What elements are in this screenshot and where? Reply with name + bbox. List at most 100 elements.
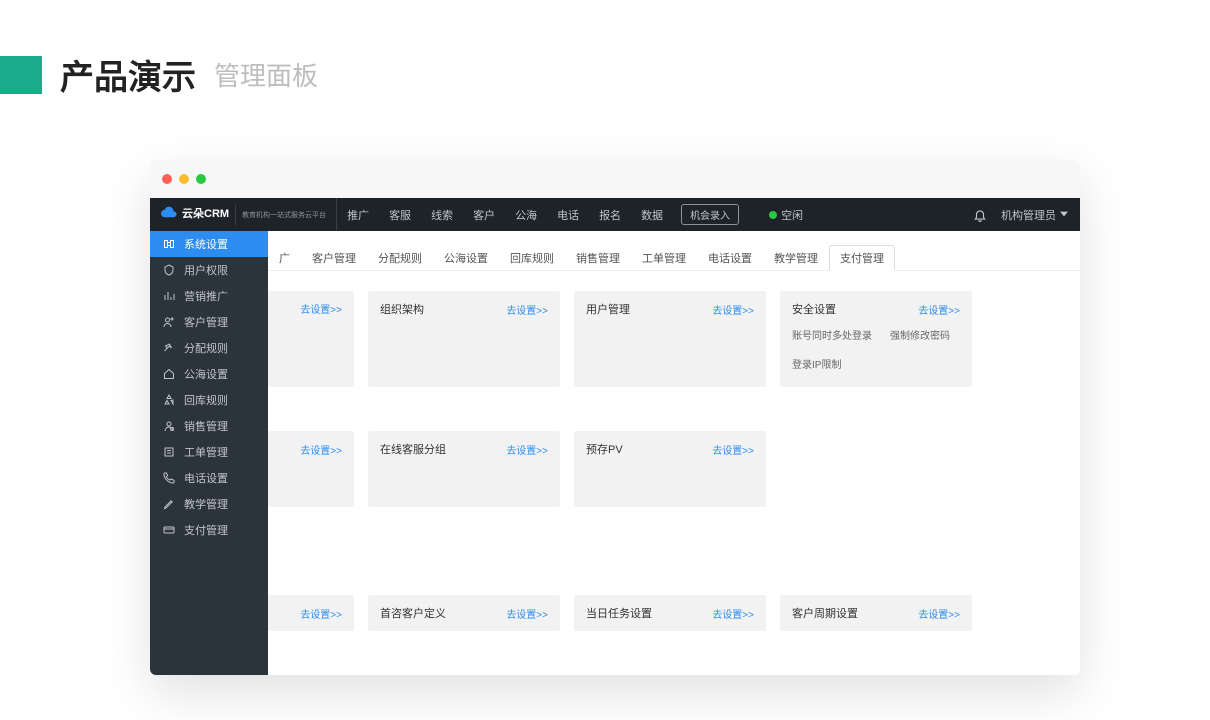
flow-icon — [162, 341, 176, 355]
topbar: 云朵CRM 教育机构一站式服务云平台 推广 客服 线索 客户 公海 电话 报名 … — [150, 198, 1080, 231]
page-header: 产品演示 管理面板 — [0, 0, 1210, 129]
topnav-item[interactable]: 客服 — [379, 198, 421, 231]
tab-item[interactable]: 分配规则 — [367, 245, 433, 271]
go-settings-link[interactable]: 去设置>> — [712, 302, 754, 317]
tab-item[interactable]: 工单管理 — [631, 245, 697, 271]
sidebar-item-payment-management[interactable]: 支付管理 — [150, 517, 268, 543]
recycle-icon — [162, 393, 176, 407]
tab-item[interactable]: 回库规则 — [499, 245, 565, 271]
maximize-icon[interactable] — [196, 174, 206, 184]
card-sub-item[interactable]: 账号同时多处登录 — [792, 327, 872, 342]
sidebar-item-label: 电话设置 — [184, 470, 228, 486]
tab-item[interactable]: 客户管理 — [301, 245, 367, 271]
sidebar-item-customer-management[interactable]: 客户管理 — [150, 309, 268, 335]
topnav-item[interactable]: 公海 — [505, 198, 547, 231]
topnav-item[interactable]: 电话 — [547, 198, 589, 231]
sidebar-item-label: 客户管理 — [184, 314, 228, 330]
logo-brand: 云朵CRM — [182, 208, 229, 220]
setting-card-online-cs-group: 在线客服分组 去设置>> — [368, 431, 560, 507]
app-window: 云朵CRM 教育机构一站式服务云平台 推广 客服 线索 客户 公海 电话 报名 … — [150, 160, 1080, 675]
sidebar-item-label: 分配规则 — [184, 340, 228, 356]
topnav-item[interactable]: 数据 — [631, 198, 673, 231]
people-icon — [162, 315, 176, 329]
page-title: 产品演示 — [60, 50, 196, 99]
ticket-icon — [162, 445, 176, 459]
card-sub-item[interactable]: 强制修改密码 — [890, 327, 950, 342]
topnav-item[interactable]: 线索 — [421, 198, 463, 231]
setting-card: 置 去设置>> — [268, 431, 354, 507]
setting-card-daily-task: 当日任务设置 去设置>> — [574, 595, 766, 631]
status-text: 空闲 — [781, 207, 803, 223]
setting-card: 则 去设置>> — [268, 595, 354, 631]
user-label-text: 机构管理员 — [1001, 207, 1056, 223]
sidebar-item-label: 用户权限 — [184, 262, 228, 278]
topnav-item[interactable]: 报名 — [589, 198, 631, 231]
logo[interactable]: 云朵CRM 教育机构一站式服务云平台 — [150, 198, 337, 231]
setting-card-prestored-pv: 预存PV 去设置>> — [574, 431, 766, 507]
go-settings-link[interactable]: 去设置>> — [300, 442, 342, 457]
tab-item[interactable]: 教学管理 — [763, 245, 829, 271]
go-settings-link[interactable]: 去设置>> — [918, 302, 960, 317]
phone-icon — [162, 471, 176, 485]
notification-icon[interactable] — [973, 208, 987, 222]
go-settings-link[interactable]: 去设置>> — [506, 606, 548, 621]
go-settings-link[interactable]: 去设置>> — [506, 302, 548, 317]
card-sub-item[interactable]: 登录IP限制 — [792, 356, 841, 371]
sidebar: 系统设置 用户权限 营销推广 客户管理 分配规则 公海设置 — [150, 231, 268, 675]
card-title: 组织架构 — [380, 301, 424, 317]
sidebar-item-user-permissions[interactable]: 用户权限 — [150, 257, 268, 283]
go-settings-link[interactable]: 去设置>> — [918, 606, 960, 621]
topnav-item[interactable]: 推广 — [337, 198, 379, 231]
go-settings-link[interactable]: 去设置>> — [300, 301, 342, 316]
setting-card-user-management: 用户管理 去设置>> — [574, 291, 766, 387]
sidebar-item-label: 支付管理 — [184, 522, 228, 538]
tab-item[interactable]: 公海设置 — [433, 245, 499, 271]
sidebar-item-marketing[interactable]: 营销推广 — [150, 283, 268, 309]
tab-item[interactable]: 销售管理 — [565, 245, 631, 271]
go-settings-link[interactable]: 去设置>> — [506, 442, 548, 457]
setting-card-customer-cycle: 客户周期设置 去设置>> — [780, 595, 972, 631]
card-title: 在线客服分组 — [380, 441, 446, 457]
sidebar-item-public-pool[interactable]: 公海设置 — [150, 361, 268, 387]
logo-tagline: 教育机构一站式服务云平台 — [242, 210, 326, 220]
tab-item[interactable]: 支付管理 — [829, 245, 895, 271]
opportunity-entry-button[interactable]: 机会录入 — [681, 204, 739, 225]
tab-item[interactable]: 广 — [278, 245, 301, 271]
card-icon — [162, 523, 176, 537]
sales-icon — [162, 419, 176, 433]
setting-card-first-consult: 首咨客户定义 去设置>> — [368, 595, 560, 631]
sidebar-item-label: 工单管理 — [184, 444, 228, 460]
settings-icon — [162, 237, 176, 251]
card-row: 置 去设置>> 在线客服分组 去设置>> 预存PV 去设置>> — [278, 431, 1070, 507]
sidebar-item-system-settings[interactable]: 系统设置 — [150, 231, 268, 257]
sidebar-item-allocation-rules[interactable]: 分配规则 — [150, 335, 268, 361]
sidebar-item-teaching-management[interactable]: 教学管理 — [150, 491, 268, 517]
status-indicator[interactable]: 空闲 — [769, 207, 803, 223]
minimize-icon[interactable] — [179, 174, 189, 184]
sidebar-item-label: 销售管理 — [184, 418, 228, 434]
sidebar-item-ticket-management[interactable]: 工单管理 — [150, 439, 268, 465]
topnav: 推广 客服 线索 客户 公海 电话 报名 数据 — [337, 198, 673, 231]
user-menu[interactable]: 机构管理员 — [1001, 207, 1068, 223]
logo-icon — [160, 206, 178, 224]
home-icon — [162, 367, 176, 381]
section-tabs: 广 客户管理 分配规则 公海设置 回库规则 销售管理 工单管理 电话设置 教学管… — [268, 231, 1080, 271]
go-settings-link[interactable]: 去设置>> — [300, 606, 342, 621]
go-settings-link[interactable]: 去设置>> — [712, 606, 754, 621]
card-title: 用户管理 — [586, 301, 630, 317]
topnav-item[interactable]: 客户 — [463, 198, 505, 231]
card-title: 首咨客户定义 — [380, 605, 446, 621]
chart-icon — [162, 289, 176, 303]
sidebar-item-return-rules[interactable]: 回库规则 — [150, 387, 268, 413]
go-settings-link[interactable]: 去设置>> — [712, 442, 754, 457]
edit-icon — [162, 497, 176, 511]
sidebar-item-phone-settings[interactable]: 电话设置 — [150, 465, 268, 491]
setting-card-security: 安全设置 去设置>> 账号同时多处登录 强制修改密码 登录IP限制 — [780, 291, 972, 387]
sidebar-item-label: 回库规则 — [184, 392, 228, 408]
close-icon[interactable] — [162, 174, 172, 184]
card-row: 去设置>> 组织架构 去设置>> 用户管理 去设置>> — [278, 291, 1070, 387]
card-title: 客户周期设置 — [792, 605, 858, 621]
sidebar-item-sales-management[interactable]: 销售管理 — [150, 413, 268, 439]
tab-item[interactable]: 电话设置 — [697, 245, 763, 271]
window-titlebar — [150, 160, 1080, 198]
